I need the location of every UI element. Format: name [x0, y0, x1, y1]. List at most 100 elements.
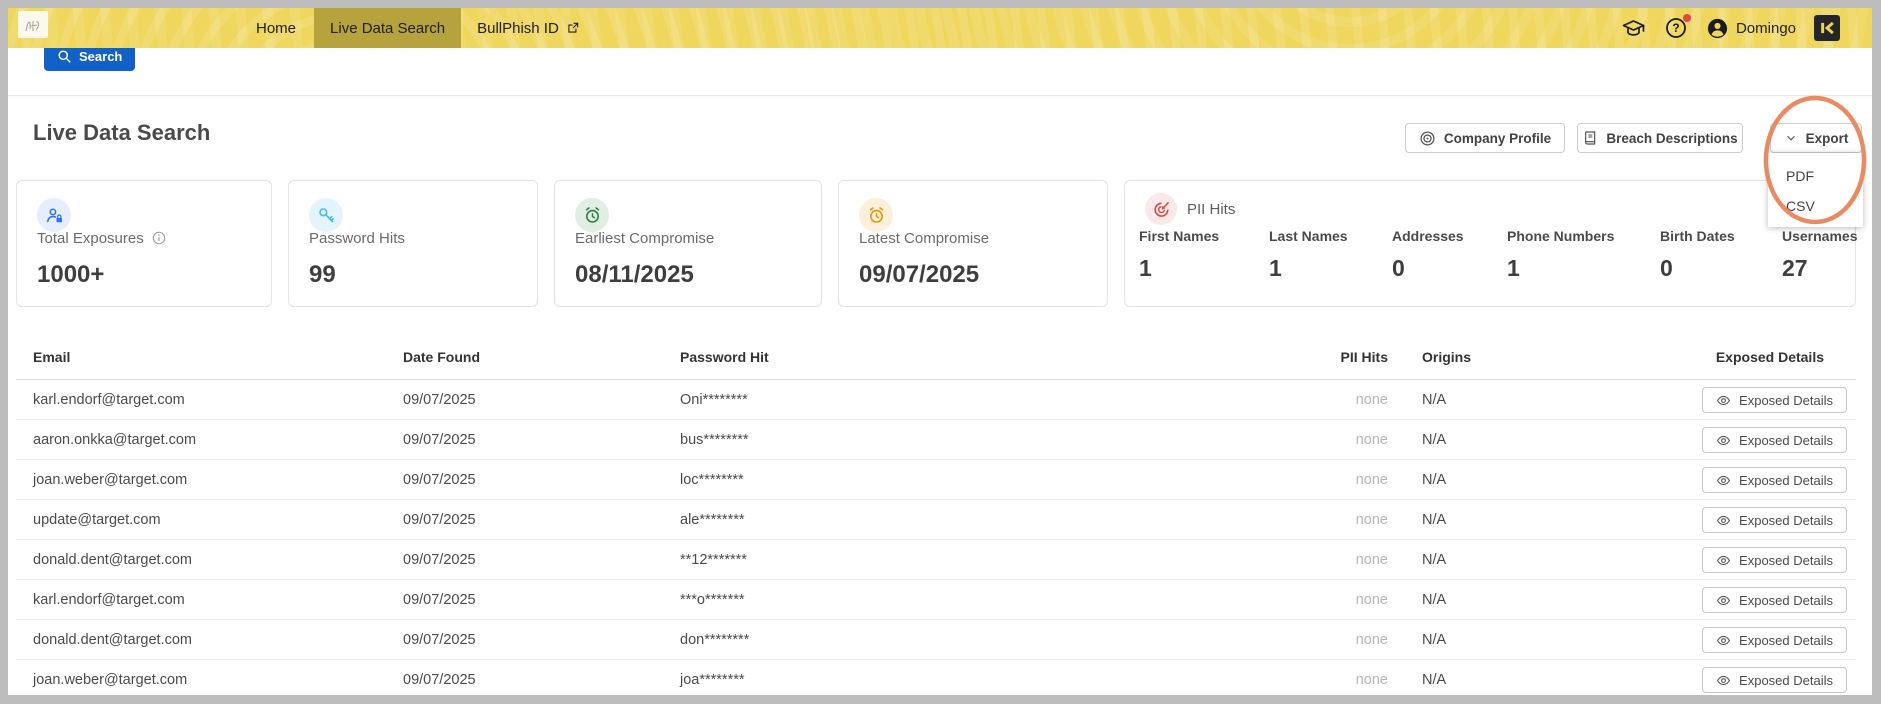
alarm-clock-icon-green	[575, 198, 609, 232]
row-pii-hits: none	[1268, 620, 1388, 660]
total-exposures-label: Total Exposures	[37, 230, 144, 247]
row-origins: N/A	[1422, 500, 1446, 540]
nav-live-data-search-label: Live Data Search	[330, 20, 445, 37]
row-pii-hits: none	[1268, 580, 1388, 620]
row-pii-hits: none	[1268, 380, 1388, 420]
row-origins: N/A	[1422, 580, 1446, 620]
table-header-row: Email Date Found Password Hit PII Hits O…	[16, 334, 1856, 380]
pii-column: First Names 1	[1139, 228, 1219, 282]
key-icon	[309, 198, 343, 232]
breach-descriptions-button[interactable]: Breach Descriptions	[1577, 123, 1743, 153]
pii-column-value: 1	[1139, 255, 1219, 282]
table-row: karl.endorf@target.com 09/07/2025 Oni***…	[16, 380, 1856, 420]
header-password-hit: Password Hit	[680, 334, 769, 380]
row-email: aaron.onkka@target.com	[33, 420, 196, 460]
row-origins: N/A	[1422, 660, 1446, 695]
row-email: update@target.com	[33, 500, 161, 540]
row-email: donald.dent@target.com	[33, 620, 192, 660]
password-hits-label-row: Password Hits	[309, 228, 405, 248]
nav-item-bullphish-id[interactable]: BullPhish ID	[477, 8, 580, 48]
row-password-hit: Oni********	[680, 380, 748, 420]
row-origins: N/A	[1422, 380, 1446, 420]
book-icon	[1582, 130, 1598, 146]
results-table: Email Date Found Password Hit PII Hits O…	[16, 334, 1856, 695]
latest-compromise-card: Latest Compromise 09/07/2025	[838, 180, 1108, 307]
kaseya-logo-icon[interactable]	[1814, 15, 1840, 41]
search-button-label: Search	[79, 49, 122, 64]
eye-icon	[1716, 393, 1731, 408]
pii-column-label: Usernames	[1782, 228, 1858, 244]
row-date-found: 09/07/2025	[403, 380, 476, 420]
row-pii-hits: none	[1268, 420, 1388, 460]
exposed-details-button-label: Exposed Details	[1739, 513, 1833, 528]
company-profile-button[interactable]: Company Profile	[1405, 123, 1565, 153]
eye-icon	[1716, 473, 1731, 488]
pii-column-label: Birth Dates	[1660, 228, 1735, 244]
table-body: karl.endorf@target.com 09/07/2025 Oni***…	[16, 380, 1856, 695]
export-menu-item-pdf[interactable]: PDF	[1768, 161, 1863, 191]
nav-item-home[interactable]: Home	[256, 8, 296, 48]
row-pii-hits: none	[1268, 540, 1388, 580]
row-date-found: 09/07/2025	[403, 580, 476, 620]
exposed-details-button[interactable]: Exposed Details	[1702, 467, 1847, 493]
row-password-hit: ale********	[680, 500, 745, 540]
eye-icon	[1716, 633, 1731, 648]
pii-hits-header: PII Hits	[1145, 193, 1235, 225]
table-row: aaron.onkka@target.com 09/07/2025 bus***…	[16, 420, 1856, 460]
user-menu[interactable]: Domingo	[1706, 17, 1796, 40]
exposed-details-button-label: Exposed Details	[1739, 393, 1833, 408]
academy-graduation-cap-icon[interactable]	[1621, 17, 1646, 39]
export-menu: PDFCSV	[1768, 153, 1863, 227]
target-icon	[1419, 130, 1436, 147]
company-profile-label: Company Profile	[1444, 131, 1551, 146]
row-password-hit: don********	[680, 620, 749, 660]
earliest-compromise-card: Earliest Compromise 08/11/2025	[554, 180, 822, 307]
exposed-details-button-label: Exposed Details	[1739, 673, 1833, 688]
pii-column-value: 0	[1660, 255, 1735, 282]
pii-column-value: 27	[1782, 255, 1858, 282]
exposed-details-button[interactable]: Exposed Details	[1702, 427, 1847, 453]
pii-column-label: Addresses	[1392, 228, 1464, 244]
info-icon[interactable]	[151, 230, 167, 246]
table-row: donald.dent@target.com 09/07/2025 don***…	[16, 620, 1856, 660]
exposed-details-button[interactable]: Exposed Details	[1702, 587, 1847, 613]
pii-column: Usernames 27	[1782, 228, 1858, 282]
row-password-hit: loc********	[680, 460, 744, 500]
row-email: karl.endorf@target.com	[33, 380, 185, 420]
breach-descriptions-label: Breach Descriptions	[1606, 131, 1737, 146]
row-pii-hits: none	[1268, 500, 1388, 540]
nav-item-live-data-search[interactable]: Live Data Search	[314, 8, 461, 48]
pii-hits-card: PII Hits First Names 1 Last Names 1 Addr…	[1124, 180, 1856, 307]
header-divider	[8, 95, 1872, 96]
help-icon[interactable]: ?	[1664, 16, 1688, 40]
exposed-details-button[interactable]: Exposed Details	[1702, 547, 1847, 573]
nav-tabs: Home Live Data Search BullPhish ID	[256, 8, 580, 48]
exposed-details-button[interactable]: Exposed Details	[1702, 627, 1847, 653]
exposed-details-button-label: Exposed Details	[1739, 593, 1833, 608]
earliest-compromise-label: Earliest Compromise	[575, 230, 714, 247]
header-date-found: Date Found	[403, 334, 480, 380]
row-pii-hits: none	[1268, 460, 1388, 500]
row-password-hit: bus********	[680, 420, 749, 460]
eye-icon	[1716, 433, 1731, 448]
row-password-hit: **12*******	[680, 540, 747, 580]
pii-column: Phone Numbers 1	[1507, 228, 1614, 282]
export-button[interactable]: Export	[1770, 123, 1862, 153]
exposed-details-button[interactable]: Exposed Details	[1702, 387, 1847, 413]
eye-icon	[1716, 553, 1731, 568]
nav-home-label: Home	[256, 20, 296, 37]
user-name: Domingo	[1736, 20, 1796, 37]
total-exposures-label-row: Total Exposures	[37, 228, 167, 248]
latest-compromise-label-row: Latest Compromise	[859, 228, 989, 248]
export-menu-item-csv[interactable]: CSV	[1768, 191, 1863, 221]
exposed-details-button[interactable]: Exposed Details	[1702, 507, 1847, 533]
row-email: donald.dent@target.com	[33, 540, 192, 580]
exposed-details-button-label: Exposed Details	[1739, 433, 1833, 448]
earliest-compromise-label-row: Earliest Compromise	[575, 228, 714, 248]
eye-icon	[1716, 513, 1731, 528]
alarm-clock-icon-orange	[859, 198, 893, 232]
header-exposed-details: Exposed Details	[1716, 334, 1824, 380]
eye-icon	[1716, 593, 1731, 608]
user-lock-icon	[37, 198, 71, 232]
exposed-details-button[interactable]: Exposed Details	[1702, 667, 1847, 693]
